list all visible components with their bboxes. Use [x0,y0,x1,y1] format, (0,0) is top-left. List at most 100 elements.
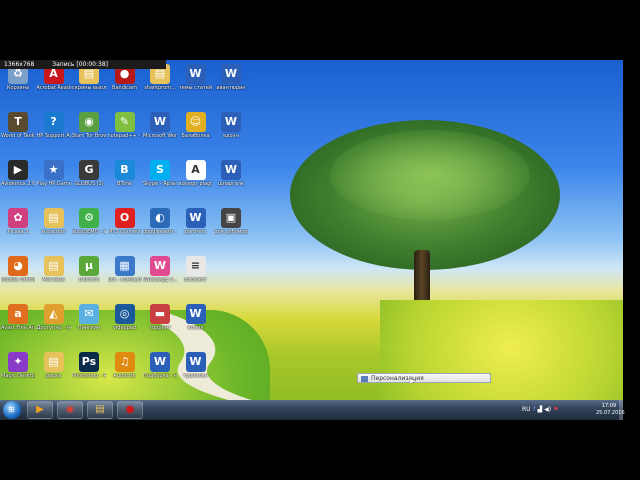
photoshop-icon: Ps [79,352,99,372]
desktop-icon[interactable]: aAvast Free Antivirus [1,304,35,344]
tor-icon: ◉ [79,112,99,132]
wallpaper-tree-highlight [330,130,530,220]
magic-desktop-icon: ✦ [8,352,28,372]
desktop-icon[interactable]: WMicrosoft Word 2010 [143,112,177,152]
desktop-icon-label: World of Tanks [1,133,35,139]
desktop-icon[interactable]: ◉Start Tor Browser [72,112,106,152]
flag-icon[interactable]: ⚑ [553,406,558,413]
desktop-icon[interactable]: ▶Avidemux 2.6 - 64 bits [1,160,35,200]
flag-file-icon: ▬ [150,304,170,324]
show-desktop-button[interactable] [619,400,623,420]
desktop-icon[interactable]: Wтемы статей [179,64,213,104]
bot-icon: ▦ [114,256,135,276]
message-icon: ✉ [79,304,99,324]
desktop-icon[interactable]: ✦ Magic Desktop [1,352,35,392]
desktop-icon[interactable]: O MTS Connect [108,208,142,248]
system-tray[interactable]: RU ? ▟ ◀) ⚑ [522,403,558,417]
avast-icon: a [8,304,28,324]
tooltip-personalization: Персонализация [357,373,491,383]
desktop-icon-label: Пингвин [77,325,101,331]
desktop-icon[interactable]: Aadvego_plagi... [179,160,213,200]
recorder-size: 1366x768 [4,61,35,68]
desktop-icon[interactable]: ♻ Корзина [1,64,35,104]
network-icon[interactable]: ▟ [538,406,543,413]
desktop-icon-label: Avast Free Antivirus [1,325,35,331]
desktop-icon[interactable]: ▤ sharkprom... [143,64,177,104]
desktop-icon[interactable]: ▦bot - компьютер [108,256,142,296]
word-doc-icon: W [185,64,206,84]
desktop-icon[interactable]: S Skype - Ярлык [143,160,177,200]
desktop-icon[interactable]: Wтуриальн [179,352,213,392]
desktop-icon-label: Photoshop - Ярлык [72,373,106,379]
explorer-button[interactable]: ▤ [87,401,113,419]
desktop-icon-label: WhatsApp C... [143,277,177,283]
desktop-icon[interactable]: ▤ Магазин [37,256,71,296]
desktop-icon-label: notepad++ - Ярлык [107,133,142,139]
desktop-icon[interactable]: ≡ Блокнот [179,256,213,296]
avidemux-icon: ▶ [8,160,28,180]
desktop-icon[interactable]: ?HP Support Assistant [37,112,71,152]
desktop-icon[interactable]: Wвдохн [214,112,248,152]
help-icon[interactable]: ? [532,406,535,413]
desktop-icon[interactable]: Wавантюрин [214,64,248,104]
desktop-icon[interactable]: ✎notepad++ - Ярлык [108,112,142,152]
language-indicator[interactable]: RU [522,406,531,413]
desktop-icon[interactable]: G GLOBUS (2) [72,160,106,200]
word-doc-icon: W [185,352,206,372]
desktop-icon[interactable]: ▤скрины выплат [72,64,106,104]
desktop-icon[interactable]: Wкопия [179,304,213,344]
desktop-icon-label: videopad [112,325,137,331]
desktop-icon-label: Microsoft Word 2010 [143,133,177,139]
desktop-icon[interactable]: ● Bandicam [108,64,142,104]
notepad-file-icon: ≡ [185,256,206,276]
desktop-icon[interactable]: AAcrobat Reader DC [37,64,71,104]
btone-icon: B [114,160,135,180]
desktop-icon[interactable]: ▤ papka [37,352,71,392]
desktop-icon[interactable]: Wшпаргалк [214,160,248,200]
autodemo-icon: ⚙ [79,208,99,228]
desktop-icon-label: Skype - Ярлык [143,181,177,187]
desktop-icon-label: advego_plagi... [178,181,213,187]
picasa-icon: ✿ [8,208,28,228]
desktop-icon[interactable]: µ uTorrent [72,256,106,296]
desktop-icon[interactable]: ♫ Audacity [108,352,142,392]
skype-icon: S [150,160,170,180]
start-button[interactable]: ⊞ [3,401,21,419]
desktop-icon-label: Доступно - несложно [36,325,71,331]
bandicam-button[interactable]: ● [117,401,143,419]
mts-icon: O [114,208,135,228]
bandicam-icon: ● [125,404,135,415]
chrome-icon: ◉ [65,404,75,415]
volume-icon[interactable]: ◀) [544,406,551,413]
mouse-cursor-icon: ➤ [408,377,416,387]
desktop-icon[interactable]: W WhatsApp C... [143,256,177,296]
desktop-icon[interactable]: B BTone [108,160,142,200]
desktop-icon[interactable]: Wpartners [179,208,213,248]
desktop-icon-label: Магазин [42,277,65,283]
desktop-icon-label: скрины выплат [72,85,106,91]
chrome-button[interactable]: ◉ [57,401,83,419]
desktop-icon[interactable]: ▤ subscribe [37,208,71,248]
desktop-icon[interactable]: ☺ Балаболка [179,112,213,152]
desktop-icon-label: Audacity [113,373,136,379]
utorrent-icon: µ [79,256,99,276]
recorder-toolbar[interactable]: 1366x768 Запись [00:00:38] [0,60,166,69]
desktop-icon[interactable]: ✉ Пингвин [72,304,106,344]
desktop-icon[interactable]: WПодборка - несложно [143,352,177,392]
google-earth-icon: ◐ [150,208,170,228]
desktop-icon[interactable]: ◐googleearth - Ярлык [143,208,177,248]
desktop-icon[interactable]: PsPhotoshop - Ярлык [72,352,106,392]
desktop-icon[interactable]: ★Play HP Games [37,160,71,200]
desktop-icon[interactable]: ▣для дублирован... [214,208,248,248]
desktop-icon-label: bot - компьютер [107,277,142,283]
desktop-icon[interactable]: ▬ торрент [143,304,177,344]
desktop-icon[interactable]: ⚙autoDEMO - app [72,208,106,248]
desktop-icon[interactable]: ◭Доступно - несложно [37,304,71,344]
desktop-icon[interactable]: ✿ Picasa 3 [1,208,35,248]
media-player-button[interactable]: ▶ [27,401,53,419]
desktop-icon[interactable]: T World of Tanks [1,112,35,152]
desktop-icon[interactable]: ◕ Mozilla Firefox [1,256,35,296]
desktop-icon[interactable]: ◎ videopad [108,304,142,344]
desktop-icon-label: googleearth - Ярлык [143,229,177,235]
desktop-icon-label: для дублирован... [214,229,248,235]
